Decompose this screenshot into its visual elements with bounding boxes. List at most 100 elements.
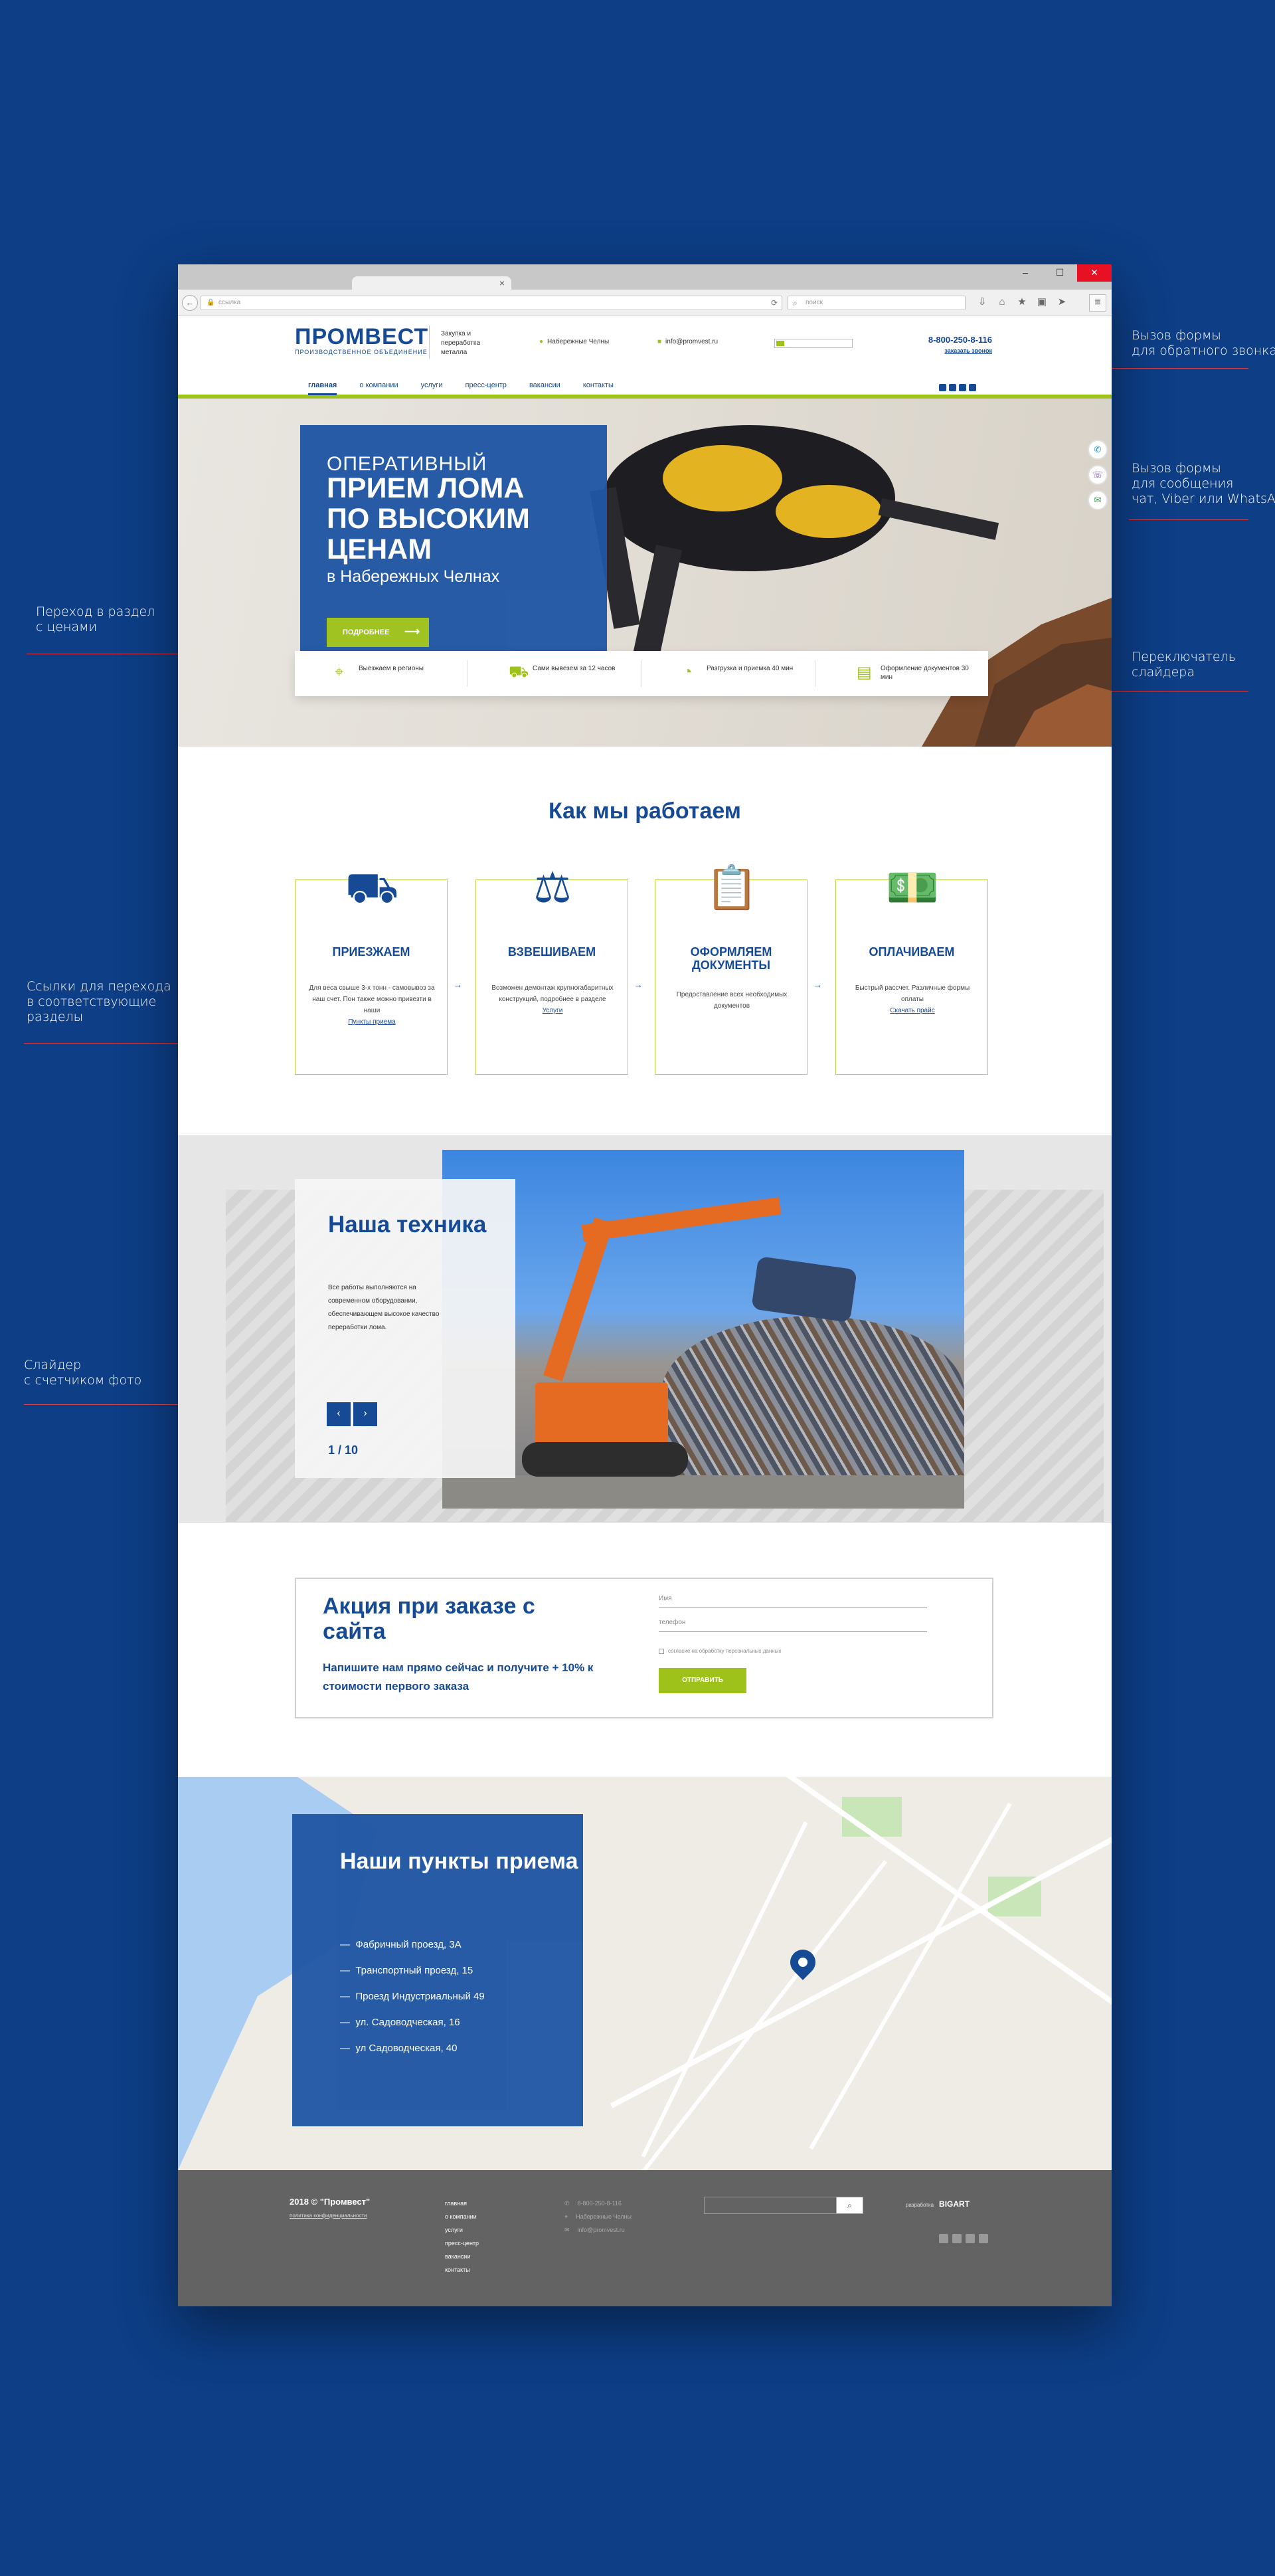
facebook-icon[interactable] xyxy=(949,384,956,391)
viber-icon[interactable]: ☏ xyxy=(1088,465,1108,485)
tab-close-icon[interactable]: × xyxy=(499,278,505,288)
logo-subtitle: ПРОИЗВОДСТВЕННОЕ ОБЪЕДИНЕНИЕ xyxy=(295,349,428,355)
step-link[interactable]: Скачать прайс xyxy=(849,1005,976,1016)
home-icon[interactable]: ⌂ xyxy=(992,296,1012,308)
promo-form-box: Акция при заказе с сайта Напишите нам пр… xyxy=(295,1578,993,1718)
nav-item-press[interactable]: пресс-центр xyxy=(466,381,507,393)
linkedin-icon[interactable] xyxy=(969,384,976,391)
excavator-photo xyxy=(442,1150,964,1509)
social-links xyxy=(939,383,979,395)
callback-link[interactable]: заказать звонок xyxy=(928,347,992,354)
name-field[interactable]: Имя xyxy=(659,1591,927,1608)
footer-contacts: ✆ 8-800-250-8-116 ⌖ Набережные Челны ✉ info… xyxy=(564,2197,639,2237)
step-arrow-icon: → xyxy=(813,979,822,990)
back-icon[interactable]: ← xyxy=(182,295,198,311)
footer-phone[interactable]: ✆ 8-800-250-8-116 xyxy=(564,2197,639,2210)
nav-item-about[interactable]: о компании xyxy=(359,381,398,393)
money-icon: 💵 xyxy=(886,864,939,911)
list-item[interactable]: — Проезд Индустриальный 49 xyxy=(340,1991,485,2002)
close-window-button[interactable]: ✕ xyxy=(1077,264,1112,282)
titlebar: × – ☐ ✕ xyxy=(178,264,1112,291)
browser-tab[interactable]: × xyxy=(352,276,511,291)
send-icon[interactable]: ➤ xyxy=(1052,296,1072,308)
footer-nav-home[interactable]: главная xyxy=(445,2197,479,2210)
minimize-button[interactable]: – xyxy=(1008,264,1043,282)
nav-item-contacts[interactable]: контакты xyxy=(583,381,614,393)
skype-icon[interactable]: ✆ xyxy=(1088,440,1108,460)
hero-title: ПРИЕМ ЛОМА ПО ВЫСОКИМ ЦЕНАМ xyxy=(327,472,530,565)
pickup-points-card: Наши пункты приема — Фабричный проезд, 3… xyxy=(292,1814,583,2126)
mail-icon: ✉ xyxy=(564,2227,570,2233)
step-title: ВЗВЕШИВАЕМ xyxy=(507,945,596,959)
step-card: 💵 ОПЛАЧИВАЕМ Быстрый рассчет. Различные … xyxy=(835,864,988,1075)
address-placeholder: ссылка xyxy=(218,299,241,306)
list-item[interactable]: — Фабричный проезд, 3А xyxy=(340,1939,485,1950)
search-icon[interactable]: ⌕ xyxy=(836,2197,863,2213)
maximize-button[interactable]: ☐ xyxy=(1043,264,1077,282)
checkbox-icon[interactable] xyxy=(659,1648,664,1654)
screenshot-icon[interactable]: ▣ xyxy=(1032,296,1052,308)
location-pin-icon: ● xyxy=(539,338,544,345)
tagline: Закупка и переработка металла xyxy=(441,330,481,356)
weight-icon: ⚖ xyxy=(533,864,572,911)
phone-field[interactable]: телефон xyxy=(659,1615,927,1632)
bookmark-star-icon[interactable]: ★ xyxy=(1012,296,1032,308)
technique-prev-button[interactable]: ‹ xyxy=(327,1402,351,1426)
nav-item-vacancies[interactable]: вакансии xyxy=(529,381,560,393)
logo-name: ПРОМВЕСТ xyxy=(295,324,429,349)
hero-promo-panel: ОПЕРАТИВНЫЙ ПРИЕМ ЛОМА ПО ВЫСОКИМ ЦЕНАМ … xyxy=(300,425,607,672)
hamburger-menu-icon[interactable]: ≡ xyxy=(1089,294,1106,312)
developer-credit[interactable]: разработка BIGART xyxy=(906,2199,970,2209)
submit-button[interactable]: ОТПРАВИТЬ xyxy=(659,1668,746,1693)
annotation-prices: Переход в раздел с ценами xyxy=(36,604,155,634)
download-icon[interactable]: ⇩ xyxy=(972,296,992,308)
footer-nav: главная о компании услуги пресс-центр ва… xyxy=(445,2197,479,2276)
phone-icon: ✆ xyxy=(564,2200,570,2207)
list-item[interactable]: — ул Садоводческая, 40 xyxy=(340,2043,485,2054)
step-arrow-icon: → xyxy=(453,979,462,990)
list-item[interactable]: — Транспортный проезд, 15 xyxy=(340,1965,485,1976)
step-title: ОПЛАЧИВАЕМ xyxy=(869,945,955,959)
pickup-points-title: Наши пункты приема xyxy=(340,1849,578,1874)
linkedin-icon[interactable] xyxy=(979,2234,988,2243)
nav-item-services[interactable]: услуги xyxy=(421,381,443,393)
step-card: ⛟ ПРИЕЗЖАЕМ Для веса свыше 3-х тонн - са… xyxy=(295,864,448,1075)
logo[interactable]: ПРОМВЕСТ ПРОИЗВОДСТВЕННОЕ ОБЪЕДИНЕНИЕ xyxy=(295,324,428,355)
footer-nav-services[interactable]: услуги xyxy=(445,2223,479,2237)
step-link[interactable]: Услуги xyxy=(489,1005,616,1016)
privacy-policy-link[interactable]: политика конфиденциальности xyxy=(290,2213,367,2219)
instagram-icon[interactable] xyxy=(939,384,946,391)
footer-nav-contacts[interactable]: контакты xyxy=(445,2263,479,2276)
header-email[interactable]: ■ info@promvest.ru xyxy=(657,338,718,345)
footer-email[interactable]: ✉ info@promvest.ru xyxy=(564,2223,639,2237)
vk-icon[interactable] xyxy=(959,384,966,391)
search-icon: ⌕ xyxy=(793,298,798,308)
nav-item-home[interactable]: главная xyxy=(308,381,337,395)
footer-nav-press[interactable]: пресс-центр xyxy=(445,2237,479,2250)
main-nav: главная о компании услуги пресс-центр ваканс… xyxy=(178,379,1112,399)
hero-more-button[interactable]: ПОДРОБНЕЕ ⟶ xyxy=(327,618,429,647)
footer-nav-about[interactable]: о компании xyxy=(445,2210,479,2223)
reload-icon[interactable]: ⟳ xyxy=(771,296,778,310)
whatsapp-icon[interactable]: ✉ xyxy=(1088,490,1108,510)
step-arrow-icon: → xyxy=(634,979,643,990)
footer-nav-vacancies[interactable]: вакансии xyxy=(445,2250,479,2263)
consent-checkbox[interactable]: согласие на обработку персональных данны… xyxy=(659,1648,781,1654)
footer-search-input[interactable]: ⌕ xyxy=(704,2197,863,2214)
feature-text: Сами вывезем за 12 часов xyxy=(533,665,616,672)
browser-search-input[interactable]: ⌕ поиск xyxy=(788,296,966,310)
facebook-icon[interactable] xyxy=(952,2234,962,2243)
step-description: Предоставление всех необходимых документ… xyxy=(676,991,788,1010)
clock-icon: ◔ xyxy=(683,663,693,681)
list-item[interactable]: — ул. Садоводческая, 16 xyxy=(340,2017,485,2028)
vk-icon[interactable] xyxy=(966,2234,975,2243)
search-button[interactable] xyxy=(776,341,784,346)
messenger-widget: ✆ ☏ ✉ xyxy=(1088,440,1108,515)
step-link[interactable]: Пункты приема xyxy=(309,1016,435,1028)
divider xyxy=(467,660,468,687)
header-search-input[interactable] xyxy=(774,339,853,348)
technique-next-button[interactable]: › xyxy=(353,1402,377,1426)
address-bar[interactable]: 🔒 ссылка ⟳ xyxy=(201,296,782,310)
instagram-icon[interactable] xyxy=(939,2234,948,2243)
header-phone[interactable]: 8-800-250-8-116 заказать звонок xyxy=(928,335,992,354)
